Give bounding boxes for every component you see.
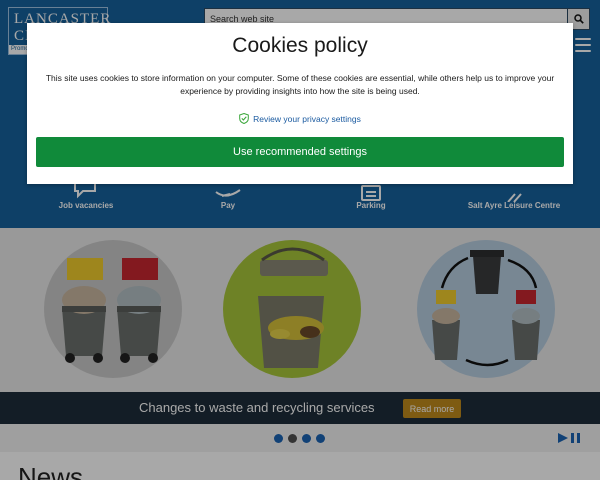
privacy-settings-link[interactable]: Review your privacy settings [253,114,361,124]
cookie-dialog: Cookies policy This site uses cookies to… [27,23,573,184]
cookie-dialog-title: Cookies policy [232,34,368,57]
cookie-dialog-text: This site uses cookies to store informat… [45,73,555,96]
privacy-settings-row: Review your privacy settings [27,109,573,127]
shield-check-icon [239,113,249,124]
use-recommended-settings-button[interactable]: Use recommended settings [36,137,564,167]
modal-backdrop[interactable]: Cookies policy This site uses cookies to… [0,0,600,480]
